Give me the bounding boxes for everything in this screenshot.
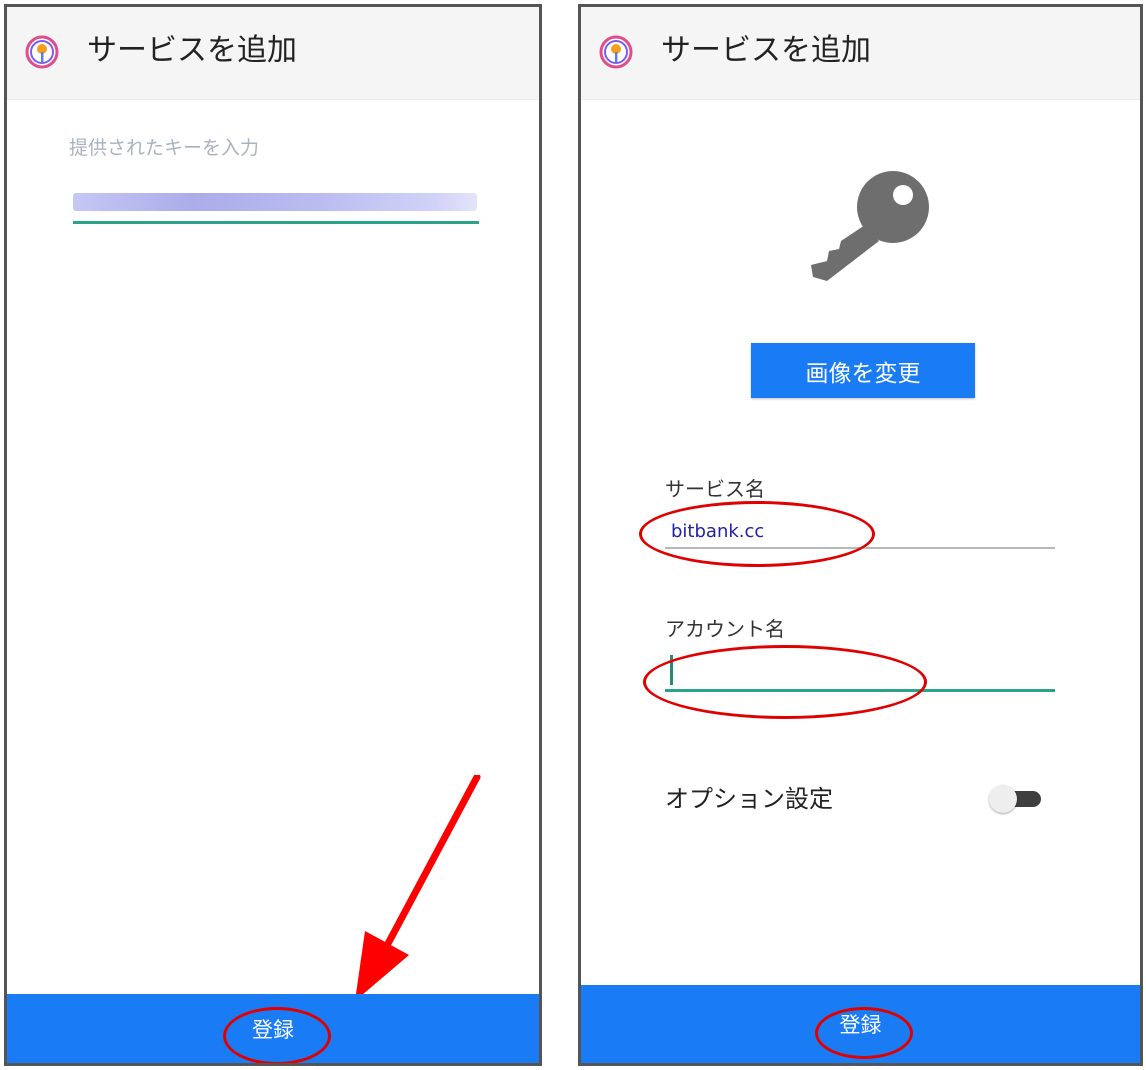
account-name-underline — [665, 689, 1055, 692]
app-logo-icon — [599, 35, 633, 69]
page-title: サービスを追加 — [661, 33, 871, 68]
left-screen: サービスを追加 提供されたキーを入力 登録 — [4, 4, 542, 1066]
option-settings-toggle[interactable] — [989, 785, 1045, 813]
service-name-input[interactable]: bitbank.cc — [671, 521, 764, 542]
key-input[interactable] — [73, 189, 479, 224]
account-name-label: アカウント名 — [665, 617, 785, 641]
change-image-button[interactable]: 画像を変更 — [751, 343, 975, 398]
right-screen: サービスを追加 画像を変更 サービス名 bitbank.cc アカウント名 オプ… — [578, 4, 1143, 1066]
app-bar: サービスを追加 — [581, 7, 1140, 100]
register-button[interactable]: 登録 — [7, 994, 539, 1063]
key-input-label: 提供されたキーを入力 — [69, 137, 260, 159]
register-button-label: 登録 — [839, 1013, 882, 1037]
service-name-underline — [665, 547, 1055, 549]
app-logo-icon — [25, 35, 59, 69]
option-settings-label: オプション設定 — [665, 785, 833, 813]
page-title: サービスを追加 — [87, 33, 297, 68]
annotation-arrow-icon — [355, 775, 481, 1001]
service-name-label: サービス名 — [665, 477, 765, 501]
register-button[interactable]: 登録 — [581, 985, 1140, 1063]
app-bar: サービスを追加 — [7, 7, 539, 100]
redacted-key-value — [73, 193, 477, 211]
key-icon — [811, 171, 929, 281]
account-name-input[interactable] — [665, 647, 1055, 689]
register-button-label: 登録 — [252, 1017, 294, 1042]
toggle-thumb — [989, 785, 1017, 813]
